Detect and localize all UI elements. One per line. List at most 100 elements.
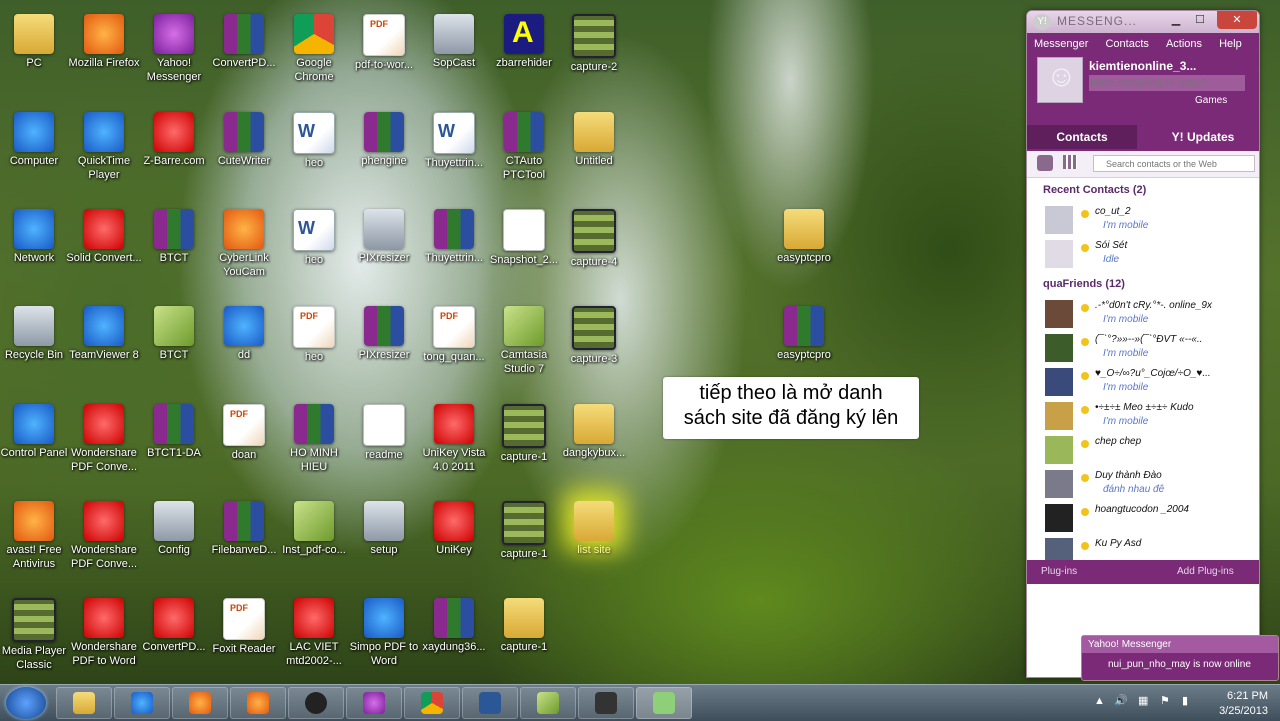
active-taskbar-button[interactable] <box>636 687 692 719</box>
desktop-icon-control-panel[interactable]: Control Panel <box>0 398 70 490</box>
volume-icon[interactable]: 🔊 <box>1114 694 1128 707</box>
desktop-icon-heo[interactable]: heo <box>278 203 350 295</box>
desktop-icon-wondershare-pdf-to-word[interactable]: Wondershare PDF to Word <box>68 592 140 684</box>
add-contact-icon[interactable] <box>1037 155 1053 171</box>
desktop-icon-teamviewer[interactable]: TeamViewer 8 <box>68 300 140 392</box>
desktop-icon-unikey[interactable]: UniKey <box>418 495 490 587</box>
desktop-icon-firefox[interactable]: Mozilla Firefox <box>68 8 140 100</box>
recorder-taskbar-button[interactable] <box>578 687 634 719</box>
tray-expand-icon[interactable]: ▲ <box>1094 695 1105 707</box>
desktop-icon-ho-minh-hieu[interactable]: HO MINH HIEU <box>278 398 350 490</box>
grid-view-icon[interactable] <box>1063 155 1077 169</box>
menu-contacts[interactable]: Contacts <box>1098 33 1155 50</box>
desktop-icon-sopcast[interactable]: SopCast <box>418 8 490 100</box>
contact-group-header[interactable]: Recent Contacts (2) <box>1027 178 1259 204</box>
desktop-icon-heo[interactable]: heo <box>278 106 350 198</box>
desktop-icon-tong-quan[interactable]: tong_quan... <box>418 300 490 392</box>
search-input[interactable] <box>1093 155 1255 172</box>
desktop-icon-untitled[interactable]: Untitled <box>558 106 630 198</box>
flag-icon[interactable]: ⚑ <box>1160 694 1170 707</box>
desktop-icon-pixresizer[interactable]: PIXresizer <box>348 203 420 295</box>
minimize-icon[interactable]: ▁ <box>1163 11 1189 29</box>
desktop-icon-heo-pdf[interactable]: heo <box>278 300 350 392</box>
tab-contacts[interactable]: Contacts <box>1027 125 1137 149</box>
menu-help[interactable]: Help <box>1212 33 1249 50</box>
username[interactable]: kiemtienonline_3... <box>1089 59 1196 73</box>
desktop-icon-solid-convert[interactable]: Solid Convert... <box>66 203 142 295</box>
desktop-icon-pc[interactable]: PC <box>0 8 70 100</box>
maximize-icon[interactable]: ☐ <box>1187 11 1213 29</box>
desktop-icon-convertpd[interactable]: ConvertPD... <box>208 8 280 100</box>
status-input[interactable] <box>1089 75 1245 91</box>
desktop-icon-wondershare-pdf[interactable]: Wondershare PDF Conve... <box>68 398 140 490</box>
desktop-icon-dangkybux[interactable]: dangkybux... <box>558 398 630 490</box>
desktop-icon-easyptcpro[interactable]: easyptcpro <box>768 203 840 295</box>
desktop-icon-btct[interactable]: BTCT <box>138 203 210 295</box>
word-taskbar-button[interactable] <box>462 687 518 719</box>
menu-messenger[interactable]: Messenger <box>1027 33 1095 50</box>
desktop-icon-capture-3[interactable]: capture-3 <box>558 300 630 392</box>
desktop-icon-chrome[interactable]: Google Chrome <box>278 8 350 100</box>
desktop-icon-capture-1[interactable]: capture-1 <box>488 398 560 490</box>
contact-row[interactable]: ♥_O÷/∞?u°_Cojœ/÷O_♥... I'm mobile <box>1027 366 1259 400</box>
desktop-icon-phengine[interactable]: phengine <box>348 106 420 198</box>
desktop-icon-config[interactable]: Config <box>138 495 210 587</box>
desktop-icon-camtasia[interactable]: Camtasia Studio 7 <box>488 300 560 392</box>
contact-row[interactable]: Sói Sét Idle <box>1027 238 1259 272</box>
explorer-taskbar-button[interactable] <box>56 687 112 719</box>
desktop-icon-list-site[interactable]: list site <box>558 495 630 587</box>
contact-row[interactable]: (¯`°?»»--»(¯`°ĐVT «--«.. I'm mobile <box>1027 332 1259 366</box>
battery-icon[interactable]: ▮ <box>1182 694 1188 707</box>
desktop-icon-pdf-to-word[interactable]: pdf-to-wor... <box>348 8 420 100</box>
cyberlink-taskbar-button[interactable] <box>288 687 344 719</box>
desktop-icon-foxit-reader[interactable]: Foxit Reader <box>208 592 280 684</box>
ie-taskbar-button[interactable] <box>114 687 170 719</box>
add-plugins-button[interactable]: Add Plug-ins <box>1177 566 1234 577</box>
desktop-icon-convertpd-2[interactable]: ConvertPD... <box>138 592 210 684</box>
desktop-icon-xaydung[interactable]: xaydung36... <box>418 592 490 684</box>
games-link[interactable]: Games <box>1195 95 1227 106</box>
desktop-icon-network[interactable]: Network <box>0 203 70 295</box>
messenger-titlebar[interactable]: Y! MESSENG... ▁ ☐ ✕ <box>1027 11 1259 33</box>
contact-row[interactable]: Duy thành Đào đánh nhau đê <box>1027 468 1259 502</box>
desktop-icon-dd[interactable]: dd <box>208 300 280 392</box>
desktop-icon-cutewriter[interactable]: CuteWriter <box>208 106 280 198</box>
desktop-icon-thuyettrin[interactable]: Thuyettrin... <box>418 106 490 198</box>
desktop-icon-capture-4[interactable]: capture-4 <box>558 203 630 295</box>
desktop-icon-doan[interactable]: doan <box>208 398 280 490</box>
start-button[interactable] <box>6 687 46 719</box>
contact-row[interactable]: .-*°d0n't cRy.°*-. online_9x I'm mobile <box>1027 298 1259 332</box>
desktop-icon-capture-2[interactable]: capture-2 <box>558 8 630 100</box>
contact-row[interactable]: chep chep <box>1027 434 1259 468</box>
contact-group-header[interactable]: quaFriends (12) <box>1027 272 1259 298</box>
desktop-icon-snapshot[interactable]: Snapshot_2... <box>488 203 560 295</box>
desktop-icon-btct-excel[interactable]: BTCT <box>138 300 210 392</box>
avatar[interactable] <box>1037 57 1083 103</box>
tab-updates[interactable]: Y! Updates <box>1153 125 1253 149</box>
desktop-icon-wondershare-pdf-2[interactable]: Wondershare PDF Conve... <box>68 495 140 587</box>
media-player-taskbar-button[interactable] <box>172 687 228 719</box>
desktop-icon-inst-pdf[interactable]: Inst_pdf-co... <box>278 495 350 587</box>
menu-actions[interactable]: Actions <box>1159 33 1209 50</box>
camtasia-taskbar-button[interactable] <box>520 687 576 719</box>
desktop-icon-quicktime[interactable]: QuickTime Player <box>68 106 140 198</box>
plugins-button[interactable]: Plug-ins <box>1041 566 1077 577</box>
network-icon[interactable]: ▦ <box>1138 694 1148 707</box>
desktop-icon-thuyettrin[interactable]: Thuyettrin... <box>418 203 490 295</box>
contact-row[interactable]: hoangtucodon _2004 <box>1027 502 1259 536</box>
desktop-icon-media-player-classic[interactable]: Media Player Classic <box>0 592 70 684</box>
contact-row[interactable]: co_ut_2 I'm mobile <box>1027 204 1259 238</box>
desktop-icon-lac-viet[interactable]: LAC VIET mtd2002-... <box>278 592 350 684</box>
chrome-taskbar-button[interactable] <box>404 687 460 719</box>
desktop-icon-capture-1c[interactable]: capture-1 <box>488 592 560 684</box>
desktop-icon-avast[interactable]: avast! Free Antivirus <box>0 495 70 587</box>
desktop-icon-cyberlink[interactable]: CyberLink YouCam <box>208 203 280 295</box>
desktop-icon-ctauto[interactable]: CTAuto PTCTool <box>488 106 560 198</box>
desktop-icon-computer[interactable]: Computer <box>0 106 70 198</box>
close-icon[interactable]: ✕ <box>1217 11 1257 29</box>
desktop-icon-filebanved[interactable]: FilebanveD... <box>208 495 280 587</box>
desktop-icon-recycle-bin[interactable]: Recycle Bin <box>0 300 70 392</box>
desktop-icon-zbarrehider[interactable]: zbarrehider <box>488 8 560 100</box>
clock[interactable]: 6:21 PM 3/25/2013 <box>1219 689 1268 719</box>
desktop-icon-simpo-pdf[interactable]: Simpo PDF to Word <box>348 592 420 684</box>
